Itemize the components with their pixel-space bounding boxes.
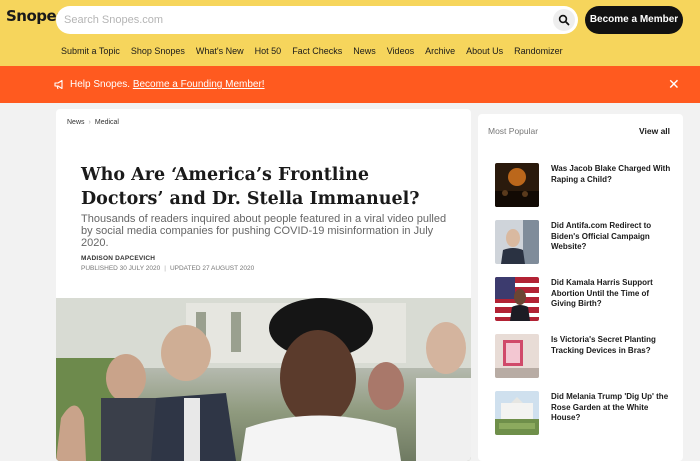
nav-videos[interactable]: Videos [387,46,414,56]
breadcrumb: News › Medical [67,119,119,126]
popular-item-title[interactable]: Did Kamala Harris Support Abortion Until… [551,278,671,310]
popular-item-title[interactable]: Was Jacob Blake Charged With Raping a Ch… [551,164,671,185]
most-popular-heading: Most Popular [488,126,539,136]
article-hero-image [56,298,471,461]
search-icon [558,14,570,26]
nav-submit-topic[interactable]: Submit a Topic [61,46,120,56]
popular-item[interactable]: Is Victoria's Secret Planting Tracking D… [495,334,675,379]
popular-item-title[interactable]: Is Victoria's Secret Planting Tracking D… [551,335,671,356]
date-separator: | [164,265,166,272]
published-date: PUBLISHED 30 JULY 2020 [81,265,161,272]
view-all-link[interactable]: View all [639,126,670,136]
white-house-image [495,391,539,435]
popular-thumbnail[interactable] [495,220,539,264]
breadcrumb-separator: › [88,119,91,126]
article-card: News › Medical Who Are ‘America’s Frontlin… [56,109,471,461]
founding-member-banner: Help Snopes. Become a Founding Member! ✕ [0,66,700,103]
nav-randomizer[interactable]: Randomizer [514,46,563,56]
megaphone-icon [54,79,63,90]
become-member-button[interactable]: Become a Member [585,6,683,34]
search-button[interactable] [553,9,575,31]
nav-news[interactable]: News [353,46,376,56]
main-nav: Submit a Topic Shop Snopes What's New Ho… [61,46,574,56]
banner-message: Help Snopes. Become a Founding Member! [70,79,265,90]
night-crowd-image [495,163,539,207]
updated-date: UPDATED 27 AUGUST 2020 [169,265,255,272]
store-image [495,334,539,378]
harris-flag-image [495,277,539,321]
popular-thumbnail[interactable] [495,391,539,435]
most-popular-sidebar: Most Popular View all Was Jacob Blake Ch… [478,114,683,461]
biden-image [495,220,539,264]
article-dates: PUBLISHED 30 JULY 2020 | UPDATED 27 AUGUST… [81,265,254,272]
nav-hot-50[interactable]: Hot 50 [255,46,282,56]
site-header: Snopes Search Snopes.com Become a Member… [0,0,700,66]
popular-thumbnail[interactable] [495,163,539,207]
breadcrumb-medical[interactable]: Medical [95,119,119,126]
nav-archive[interactable]: Archive [425,46,455,56]
search-bar[interactable]: Search Snopes.com [56,6,578,34]
breadcrumb-news[interactable]: News [67,119,85,126]
hero-photo-art [56,298,471,461]
author-name[interactable]: MADISON DAPCEVICH [81,255,155,262]
popular-thumbnail[interactable] [495,277,539,321]
popular-item[interactable]: Did Melania Trump 'Dig Up' the Rose Gard… [495,391,675,436]
popular-item[interactable]: Did Kamala Harris Support Abortion Until… [495,277,675,322]
founding-member-link[interactable]: Become a Founding Member! [133,79,265,90]
search-input[interactable]: Search Snopes.com [64,14,163,26]
popular-item-title[interactable]: Did Melania Trump 'Dig Up' the Rose Gard… [551,392,671,424]
nav-about-us[interactable]: About Us [466,46,503,56]
banner-help-text: Help Snopes. [70,79,131,90]
popular-item[interactable]: Was Jacob Blake Charged With Raping a Ch… [495,163,675,208]
article-title: Who Are ‘America’s Frontline Doctors’ an… [81,165,420,209]
popular-item-title[interactable]: Did Antifa.com Redirect to Biden's Offic… [551,221,671,253]
article-subtitle: Thousands of readers inquired about peop… [81,213,447,249]
nav-shop[interactable]: Shop Snopes [131,46,185,56]
popular-thumbnail[interactable] [495,334,539,378]
nav-whats-new[interactable]: What's New [196,46,244,56]
popular-item[interactable]: Did Antifa.com Redirect to Biden's Offic… [495,220,675,265]
close-icon[interactable]: ✕ [668,77,680,91]
nav-fact-checks[interactable]: Fact Checks [292,46,342,56]
